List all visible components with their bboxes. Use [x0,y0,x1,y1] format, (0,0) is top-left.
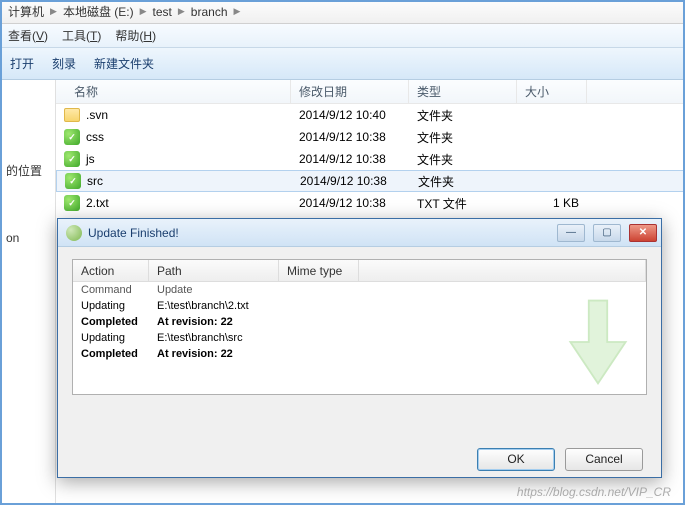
log-action: Completed [73,316,149,332]
log-action: Updating [73,332,149,348]
breadcrumb-seg-branch[interactable]: branch [189,5,230,19]
tortoise-icon [66,225,82,241]
log-column-mime[interactable]: Mime type [279,260,359,281]
new-folder-button[interactable]: 新建文件夹 [94,55,154,72]
svn-overlay-icon: ✓ [65,173,81,189]
file-name: src [87,174,103,188]
sidebar: 的位置 on [0,80,56,505]
download-arrow-icon [558,296,638,388]
burn-button[interactable]: 刻录 [52,55,76,72]
column-name[interactable]: 名称 [56,80,291,103]
menu-tools[interactable]: 工具(T) [62,27,101,44]
log-action: Updating [73,300,149,316]
file-date: 2014/9/12 10:40 [291,108,409,122]
file-type: TXT 文件 [409,195,517,212]
file-date: 2014/9/12 10:38 [291,130,409,144]
column-date[interactable]: 修改日期 [291,80,409,103]
breadcrumb[interactable]: 计算机 ▶ 本地磁盘 (E:) ▶ test ▶ branch ▶ [0,0,685,24]
file-date: 2014/9/12 10:38 [292,174,410,188]
folder-icon [64,108,80,122]
file-type: 文件夹 [409,129,517,146]
log-column-action[interactable]: Action [73,260,149,281]
file-size: 1 KB [517,196,587,210]
maximize-button[interactable]: ▢ [593,224,621,242]
file-date: 2014/9/12 10:38 [291,196,409,210]
ok-button[interactable]: OK [477,448,555,471]
file-name: 2.txt [86,196,109,210]
breadcrumb-seg-drive[interactable]: 本地磁盘 (E:) [61,3,136,20]
toolbar: 打开 刻录 新建文件夹 [0,48,685,80]
file-type: 文件夹 [409,151,517,168]
menu-view[interactable]: 查看(V) [8,27,48,44]
table-row[interactable]: .svn 2014/9/12 10:40文件夹 [56,104,685,126]
file-type: 文件夹 [410,173,518,190]
sidebar-item-locations[interactable]: 的位置 [4,156,51,185]
breadcrumb-seg-computer[interactable]: 计算机 [6,3,46,20]
column-size[interactable]: 大小 [517,80,587,103]
log-action: Command [73,284,149,300]
file-list-header: 名称 修改日期 类型 大小 [56,80,685,104]
menu-bar: 查看(V) 工具(T) 帮助(H) [0,24,685,48]
dialog-title: Update Finished! [88,226,549,240]
svn-overlay-icon: ✓ [64,195,80,211]
log-action: Completed [73,348,149,364]
close-button[interactable]: ✕ [629,224,657,242]
file-name: .svn [86,108,108,122]
chevron-right-icon: ▶ [234,6,241,17]
column-type[interactable]: 类型 [409,80,517,103]
cancel-button[interactable]: Cancel [565,448,643,471]
log-column-path[interactable]: Path [149,260,279,281]
open-button[interactable]: 打开 [10,55,34,72]
svn-overlay-icon: ✓ [64,151,80,167]
svn-overlay-icon: ✓ [64,129,80,145]
table-row[interactable]: ✓ src 2014/9/12 10:38文件夹 [56,170,685,192]
table-row[interactable]: ✓ 2.txt 2014/9/12 10:38TXT 文件1 KB [56,192,685,214]
menu-help[interactable]: 帮助(H) [115,27,156,44]
file-date: 2014/9/12 10:38 [291,152,409,166]
table-row[interactable]: ✓ js 2014/9/12 10:38文件夹 [56,148,685,170]
update-dialog: Update Finished! — ▢ ✕ Action Path Mime … [57,218,662,478]
chevron-right-icon: ▶ [50,6,57,17]
breadcrumb-seg-test[interactable]: test [151,5,174,19]
file-name: css [86,130,104,144]
minimize-button[interactable]: — [557,224,585,242]
log-column-blank [359,260,646,281]
file-type: 文件夹 [409,107,517,124]
table-row[interactable]: ✓ css 2014/9/12 10:38文件夹 [56,126,685,148]
sidebar-item-on[interactable]: on [4,225,51,251]
dialog-titlebar[interactable]: Update Finished! — ▢ ✕ [58,219,661,247]
chevron-right-icon: ▶ [140,6,147,17]
file-name: js [86,152,95,166]
log-panel: Action Path Mime type CommandUpdateUpdat… [72,259,647,395]
chevron-right-icon: ▶ [178,6,185,17]
